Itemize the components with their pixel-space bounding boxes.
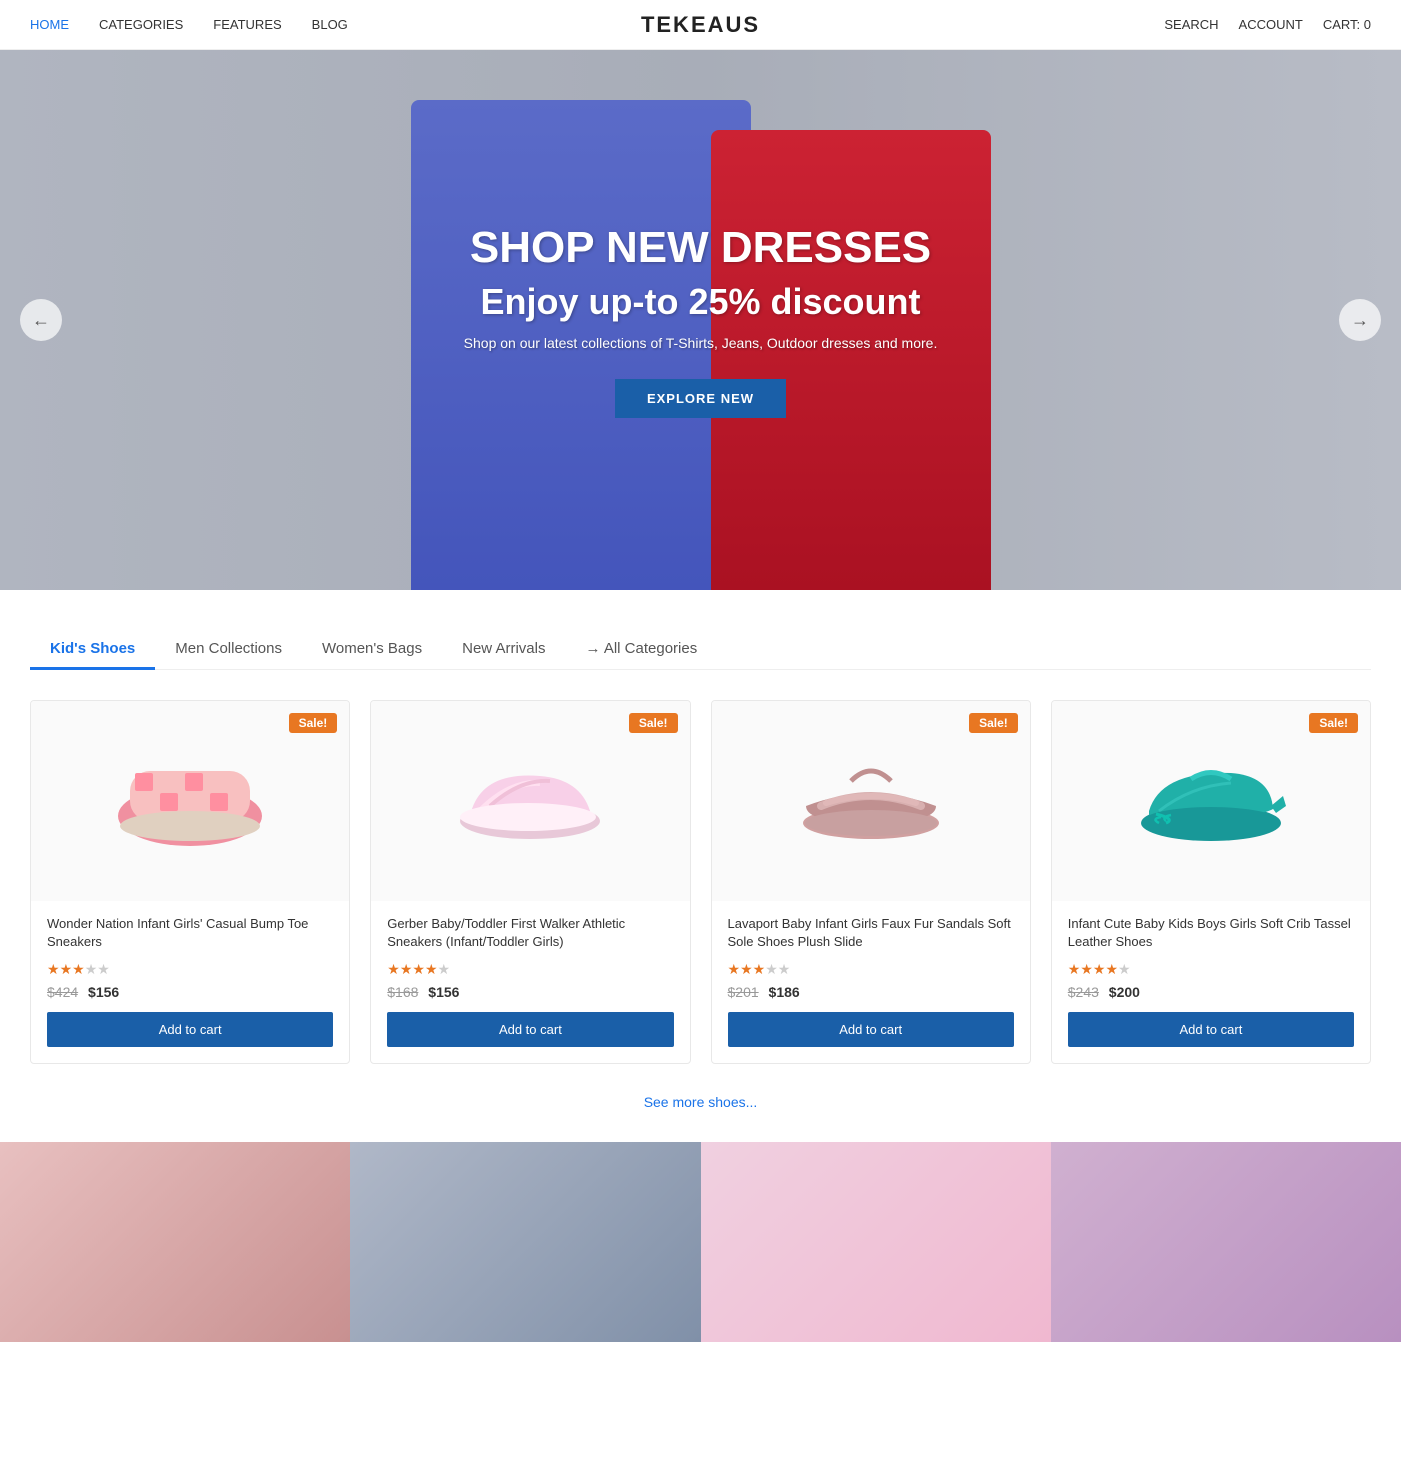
see-more-section: See more shoes... xyxy=(0,1064,1401,1142)
star-empty: ★ xyxy=(438,961,451,977)
product-info: Gerber Baby/Toddler First Walker Athleti… xyxy=(371,901,689,1063)
original-price: $243 xyxy=(1068,984,1099,1000)
star-filled: ★ xyxy=(1080,961,1093,977)
nav-account[interactable]: ACCOUNT xyxy=(1239,17,1303,32)
category-strip xyxy=(0,1142,1401,1342)
hero-subtitle: Enjoy up-to 25% discount xyxy=(464,281,938,323)
shoe-image-pink-check xyxy=(110,721,270,881)
tab-new-arrivals[interactable]: New Arrivals xyxy=(442,630,565,670)
nav-right: SEARCH ACCOUNT CART: 0 xyxy=(1164,17,1371,32)
product-price: $168 $156 xyxy=(387,984,673,1000)
product-rating: ★★★★★ xyxy=(387,961,673,978)
product-info: Wonder Nation Infant Girls' Casual Bump … xyxy=(31,901,349,1063)
product-price: $424 $156 xyxy=(47,984,333,1000)
navbar: HOME CATEGORIES FEATURES BLOG TEKEAUS SE… xyxy=(0,0,1401,50)
product-price: $243 $200 xyxy=(1068,984,1354,1000)
product-rating: ★★★★★ xyxy=(728,961,1014,978)
star-filled: ★ xyxy=(387,961,400,977)
add-to-cart-button[interactable]: Add to cart xyxy=(728,1012,1014,1047)
tab-kids-shoes[interactable]: Kid's Shoes xyxy=(30,630,155,670)
product-info: Infant Cute Baby Kids Boys Girls Soft Cr… xyxy=(1052,901,1370,1063)
original-price: $201 xyxy=(728,984,759,1000)
star-filled: ★ xyxy=(740,961,753,977)
product-name: Gerber Baby/Toddler First Walker Athleti… xyxy=(387,915,673,953)
star-empty: ★ xyxy=(765,961,778,977)
original-price: $168 xyxy=(387,984,418,1000)
star-filled: ★ xyxy=(400,961,413,977)
star-filled: ★ xyxy=(60,961,73,977)
sale-badge: Sale! xyxy=(629,713,678,733)
product-card: Sale! Lavaport Baby Infant Girls Faux Fu… xyxy=(711,700,1031,1064)
hero-description: Shop on our latest collections of T-Shir… xyxy=(464,335,938,351)
product-card: Sale! Gerber Baby/Toddler First Walker A… xyxy=(370,700,690,1064)
product-name: Lavaport Baby Infant Girls Faux Fur Sand… xyxy=(728,915,1014,953)
tab-men-collections[interactable]: Men Collections xyxy=(155,630,302,670)
chevron-right-icon: → xyxy=(1351,310,1369,331)
nav-blog[interactable]: BLOG xyxy=(312,17,348,32)
nav-search[interactable]: SEARCH xyxy=(1164,17,1218,32)
category-tabs: Kid's Shoes Men Collections Women's Bags… xyxy=(30,630,1371,670)
star-filled: ★ xyxy=(1105,961,1118,977)
product-card: Sale! Infant Cute Baby Kids Boys Girls S… xyxy=(1051,700,1371,1064)
product-card: Sale! Wonder Nation Infant Girls' Casual… xyxy=(30,700,350,1064)
product-rating: ★★★★★ xyxy=(47,961,333,978)
category-men[interactable] xyxy=(350,1142,700,1342)
star-filled: ★ xyxy=(753,961,766,977)
nav-left: HOME CATEGORIES FEATURES BLOG xyxy=(30,17,348,32)
star-empty: ★ xyxy=(778,961,791,977)
products-grid: Sale! Wonder Nation Infant Girls' Casual… xyxy=(0,700,1401,1064)
star-empty: ★ xyxy=(97,961,110,977)
hero-title: SHOP NEW DRESSES xyxy=(464,223,938,273)
star-filled: ★ xyxy=(412,961,425,977)
hero-content: SHOP NEW DRESSES Enjoy up-to 25% discoun… xyxy=(464,223,938,418)
nav-features[interactable]: FEATURES xyxy=(213,17,281,32)
hero-cta-button[interactable]: EXPLORE NEW xyxy=(615,379,786,418)
product-rating: ★★★★★ xyxy=(1068,961,1354,978)
sale-price: $186 xyxy=(769,984,800,1000)
sale-price: $156 xyxy=(428,984,459,1000)
sale-badge: Sale! xyxy=(289,713,338,733)
shoe-image-pink-sneaker xyxy=(450,721,610,881)
category-women[interactable] xyxy=(0,1142,350,1342)
star-filled: ★ xyxy=(425,961,438,977)
nav-categories[interactable]: CATEGORIES xyxy=(99,17,183,32)
category-tabs-section: Kid's Shoes Men Collections Women's Bags… xyxy=(0,590,1401,670)
product-info: Lavaport Baby Infant Girls Faux Fur Sand… xyxy=(712,901,1030,1063)
hero-prev-button[interactable]: ← xyxy=(20,299,62,341)
add-to-cart-button[interactable]: Add to cart xyxy=(1068,1012,1354,1047)
star-empty: ★ xyxy=(85,961,98,977)
see-more-link[interactable]: See more shoes... xyxy=(644,1094,758,1110)
brand-logo: TEKEAUS xyxy=(641,12,760,38)
product-price: $201 $186 xyxy=(728,984,1014,1000)
nav-cart[interactable]: CART: 0 xyxy=(1323,17,1371,32)
star-filled: ★ xyxy=(1068,961,1081,977)
sale-badge: Sale! xyxy=(969,713,1018,733)
sale-price: $156 xyxy=(88,984,119,1000)
star-empty: ★ xyxy=(1118,961,1131,977)
sale-price: $200 xyxy=(1109,984,1140,1000)
tab-womens-bags[interactable]: Women's Bags xyxy=(302,630,442,670)
star-filled: ★ xyxy=(728,961,741,977)
hero-banner: ← SHOP NEW DRESSES Enjoy up-to 25% disco… xyxy=(0,50,1401,590)
star-filled: ★ xyxy=(47,961,60,977)
add-to-cart-button[interactable]: Add to cart xyxy=(387,1012,673,1047)
star-filled: ★ xyxy=(72,961,85,977)
product-name: Wonder Nation Infant Girls' Casual Bump … xyxy=(47,915,333,953)
shoe-image-teal-moccasin xyxy=(1131,721,1291,881)
product-name: Infant Cute Baby Kids Boys Girls Soft Cr… xyxy=(1068,915,1354,953)
nav-home[interactable]: HOME xyxy=(30,17,69,32)
original-price: $424 xyxy=(47,984,78,1000)
category-bags[interactable] xyxy=(1051,1142,1401,1342)
tab-all-categories[interactable]: → All Categories xyxy=(565,630,717,670)
category-kids[interactable] xyxy=(701,1142,1051,1342)
add-to-cart-button[interactable]: Add to cart xyxy=(47,1012,333,1047)
shoe-image-fur-slide xyxy=(791,721,951,881)
star-filled: ★ xyxy=(1093,961,1106,977)
chevron-left-icon: ← xyxy=(32,310,50,331)
hero-next-button[interactable]: → xyxy=(1339,299,1381,341)
sale-badge: Sale! xyxy=(1309,713,1358,733)
